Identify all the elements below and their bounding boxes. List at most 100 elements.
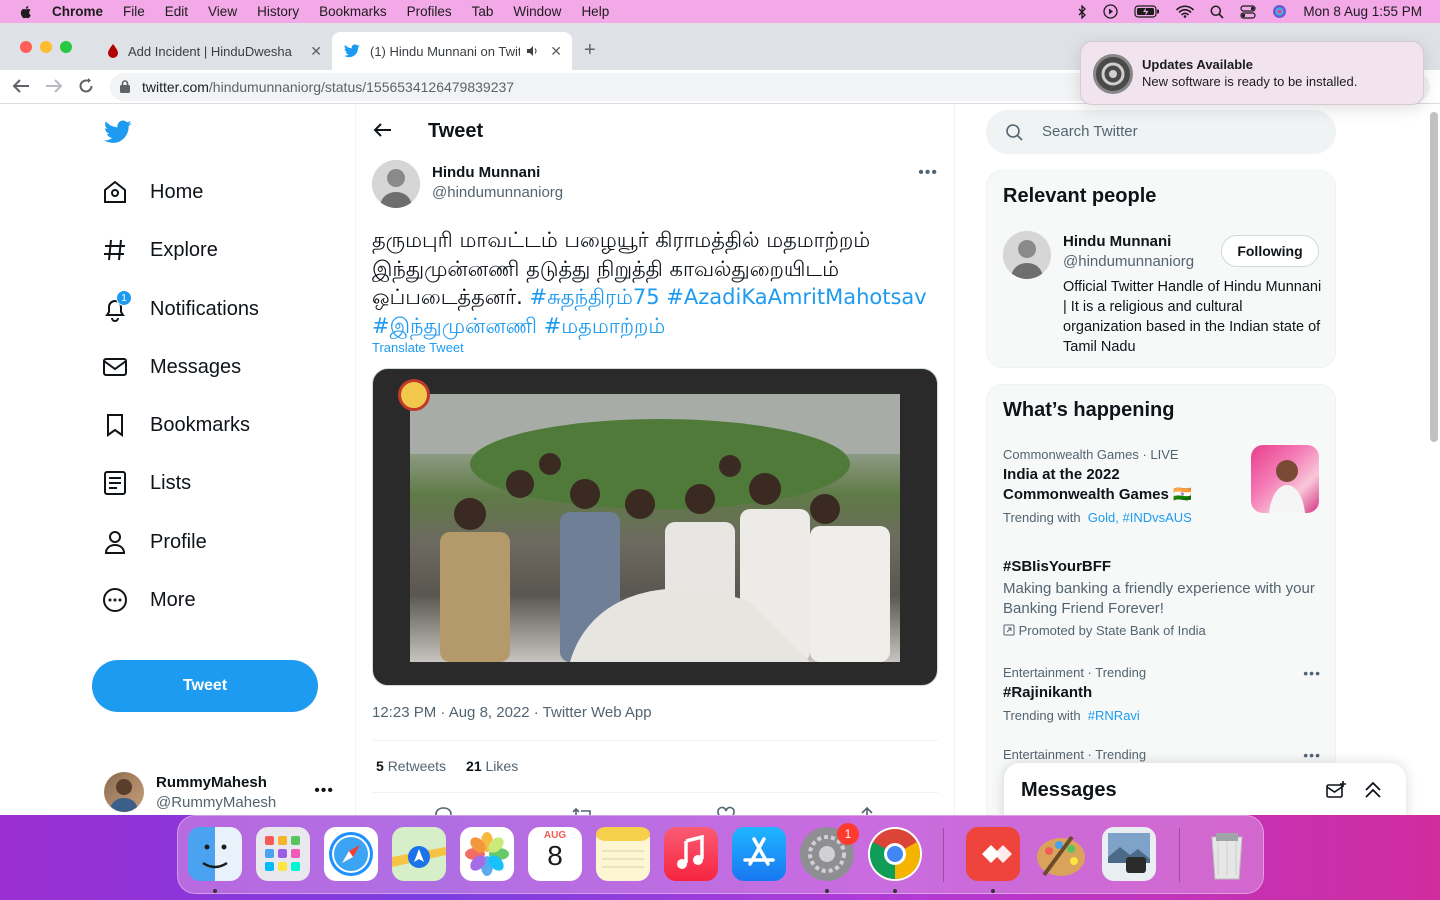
tab-label: (1) Hindu Munnani on Twitt (370, 43, 520, 59)
nav-more[interactable]: More (102, 580, 196, 620)
close-tab-icon[interactable]: ✕ (310, 43, 322, 60)
page-scrollbar[interactable] (1430, 112, 1438, 442)
close-window-button[interactable] (20, 41, 32, 53)
updates-notification[interactable]: Updates Available New software is ready … (1080, 41, 1424, 105)
control-center-icon[interactable] (1240, 4, 1257, 19)
close-tab-icon[interactable]: ✕ (550, 43, 562, 60)
tab-add-incident[interactable]: Add Incident | HinduDwesha ✕ (96, 32, 332, 70)
notes-icon[interactable] (596, 827, 650, 881)
retweet-icon[interactable] (572, 806, 594, 815)
menu-history[interactable]: History (257, 4, 299, 19)
following-button[interactable]: Following (1221, 235, 1319, 267)
back-arrow-icon[interactable] (12, 78, 30, 94)
relevant-person-name[interactable]: Hindu Munnani (1063, 233, 1171, 250)
spotlight-search-icon[interactable] (1210, 5, 1224, 19)
zoom-window-button[interactable] (60, 41, 72, 53)
nav-profile[interactable]: Profile (102, 522, 207, 562)
twitter-logo-icon[interactable] (104, 120, 132, 144)
share-icon[interactable] (858, 806, 876, 815)
chrome-icon[interactable] (868, 827, 922, 881)
trend-more-icon[interactable]: ••• (1303, 747, 1321, 763)
speaker-icon[interactable] (526, 45, 538, 57)
trend-more-icon[interactable]: ••• (1303, 665, 1321, 681)
like-heart-icon[interactable] (716, 806, 736, 815)
trend-item[interactable]: Entertainment · Trending ••• #Rajinikant… (1003, 665, 1321, 723)
maps-icon[interactable] (392, 827, 446, 881)
safari-icon[interactable] (324, 827, 378, 881)
avatar[interactable] (104, 772, 144, 812)
hashtag-link[interactable]: #AzadiKaAmritMahotsav (666, 285, 926, 309)
anydesk-icon[interactable] (966, 827, 1020, 881)
more-options-icon[interactable]: ••• (918, 164, 938, 182)
bluetooth-icon[interactable] (1077, 4, 1087, 19)
tweet-timestamp[interactable]: 12:23 PM · Aug 8, 2022 · Twitter Web App (372, 704, 652, 721)
hashtag-link[interactable]: #மதமாற்றம் (544, 314, 666, 338)
nav-explore[interactable]: Explore (102, 230, 218, 270)
music-icon[interactable] (664, 827, 718, 881)
menu-tab[interactable]: Tab (472, 4, 494, 19)
menu-clock[interactable]: Mon 8 Aug 1:55 PM (1303, 4, 1422, 19)
menu-view[interactable]: View (208, 4, 237, 19)
siri-icon[interactable] (1272, 4, 1287, 19)
trend-thumbnail[interactable] (1251, 445, 1319, 513)
search-input[interactable]: Search Twitter (986, 110, 1336, 154)
account-switcher[interactable]: RummyMahesh @RummyMahesh ••• (104, 772, 334, 815)
photos-icon[interactable] (460, 827, 514, 881)
apple-icon[interactable] (18, 4, 34, 20)
author-name[interactable]: Hindu Munnani (432, 164, 540, 181)
app-store-icon[interactable] (732, 827, 786, 881)
relevant-person-handle[interactable]: @hindumunnaniorg (1063, 253, 1194, 270)
likes-stat[interactable]: 21 Likes (466, 758, 518, 774)
url-text[interactable]: twitter.com/hindumunnaniorg/status/15565… (142, 79, 514, 95)
trash-icon[interactable] (1200, 827, 1254, 881)
promoted-trend-item[interactable]: #SBIisYourBFF Making banking a friendly … (1003, 557, 1321, 638)
reply-icon[interactable] (434, 806, 452, 815)
play-circle-icon[interactable] (1103, 4, 1119, 19)
nav-lists[interactable]: Lists (102, 463, 191, 503)
minimize-window-button[interactable] (40, 41, 52, 53)
hashtag-link[interactable]: #சுதந்திரம்75 (529, 285, 659, 309)
paintbrush-icon[interactable] (1034, 827, 1088, 881)
messages-drawer[interactable]: Messages (1004, 763, 1406, 815)
wifi-icon[interactable] (1176, 5, 1195, 18)
new-tab-button[interactable]: + (584, 39, 596, 62)
tweet-detail-column: Tweet Hindu Munnani @hindumunnaniorg •••… (356, 104, 954, 815)
menu-help[interactable]: Help (581, 4, 609, 19)
nav-home[interactable]: Home (102, 172, 203, 212)
finder-icon[interactable] (188, 827, 242, 881)
preview-icon[interactable] (1102, 827, 1156, 881)
retweets-stat[interactable]: 5 Retweets (376, 758, 446, 774)
relevant-person-avatar[interactable] (1003, 231, 1051, 279)
dock-separator (943, 828, 944, 882)
tab-twitter[interactable]: (1) Hindu Munnani on Twitt ✕ (332, 32, 572, 70)
forward-arrow-icon[interactable] (45, 78, 63, 94)
battery-charging-icon[interactable] (1134, 5, 1160, 18)
menu-profiles[interactable]: Profiles (407, 4, 452, 19)
new-message-icon[interactable] (1326, 781, 1346, 799)
tweet-video[interactable] (372, 368, 938, 686)
menu-app-name[interactable]: Chrome (52, 4, 103, 19)
reload-icon[interactable] (78, 78, 94, 94)
tweet-button[interactable]: Tweet (92, 660, 318, 712)
menu-file[interactable]: File (123, 4, 145, 19)
notification-body: New software is ready to be installed. (1142, 74, 1358, 89)
nav-bookmarks[interactable]: Bookmarks (102, 405, 250, 445)
calendar-icon[interactable]: AUG 8 (528, 827, 582, 881)
lock-icon[interactable] (120, 80, 130, 93)
author-avatar[interactable] (372, 160, 420, 208)
nav-label: Explore (150, 238, 218, 261)
more-dots-icon[interactable]: ••• (314, 782, 334, 800)
author-handle[interactable]: @hindumunnaniorg (432, 184, 563, 201)
nav-messages[interactable]: Messages (102, 347, 241, 387)
trend-item[interactable]: Entertainment · Trending ••• (1003, 747, 1321, 763)
menu-bookmarks[interactable]: Bookmarks (319, 4, 387, 19)
hashtag-link[interactable]: #இந்துமுன்னணி (372, 314, 537, 338)
back-arrow-icon[interactable] (372, 122, 392, 138)
double-chevron-up-icon[interactable] (1364, 781, 1382, 799)
translate-tweet-link[interactable]: Translate Tweet (372, 340, 464, 355)
nav-notifications[interactable]: 1 Notifications (102, 289, 259, 329)
menu-window[interactable]: Window (513, 4, 561, 19)
launchpad-icon[interactable] (256, 827, 310, 881)
trend-description: Making banking a friendly experience wit… (1003, 580, 1315, 617)
menu-edit[interactable]: Edit (165, 4, 188, 19)
